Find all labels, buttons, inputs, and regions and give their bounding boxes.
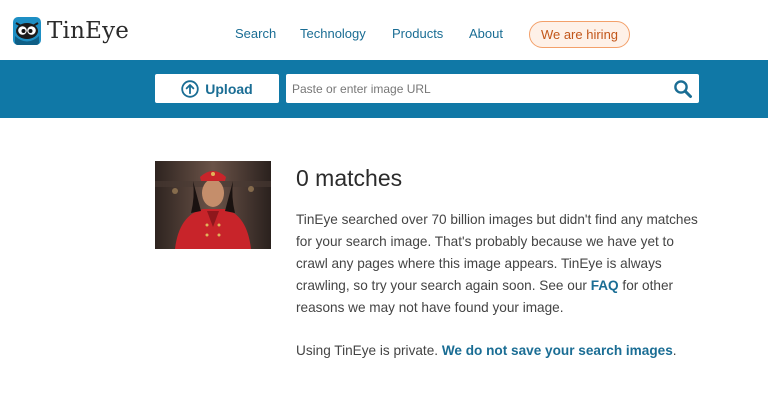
no-match-description: TinEye searched over 70 billion images b…: [296, 209, 706, 319]
nav-search-link[interactable]: Search: [235, 26, 276, 42]
top-navigation: TinEye Search Technology Products About …: [0, 0, 768, 60]
privacy-link[interactable]: We do not save your search images: [442, 343, 673, 358]
search-image-thumbnail: [155, 161, 271, 249]
faq-link[interactable]: FAQ: [591, 278, 619, 293]
search-band: Upload: [0, 60, 768, 118]
nav-products-link[interactable]: Products: [392, 26, 443, 42]
main-nav: Search Technology Products About We are …: [0, 21, 768, 48]
magnifier-icon[interactable]: [673, 79, 693, 99]
upload-button-label: Upload: [205, 80, 253, 97]
match-count-title: 0 matches: [296, 165, 403, 191]
nav-about-link[interactable]: About: [469, 26, 503, 42]
url-search-box: [286, 74, 699, 103]
woman-in-red-uniform-image: [155, 161, 271, 249]
upload-button[interactable]: Upload: [155, 74, 279, 103]
privacy-text: Using TinEye is private.: [296, 343, 442, 358]
nav-technology-link[interactable]: Technology: [300, 26, 366, 42]
privacy-note: Using TinEye is private. We do not save …: [296, 340, 706, 362]
image-url-input[interactable]: [292, 74, 662, 103]
we-are-hiring-button[interactable]: We are hiring: [529, 21, 630, 48]
privacy-end: .: [672, 343, 677, 358]
search-results: 0 matches TinEye searched over 70 billio…: [296, 163, 706, 362]
upload-arrow-icon: [181, 79, 199, 98]
